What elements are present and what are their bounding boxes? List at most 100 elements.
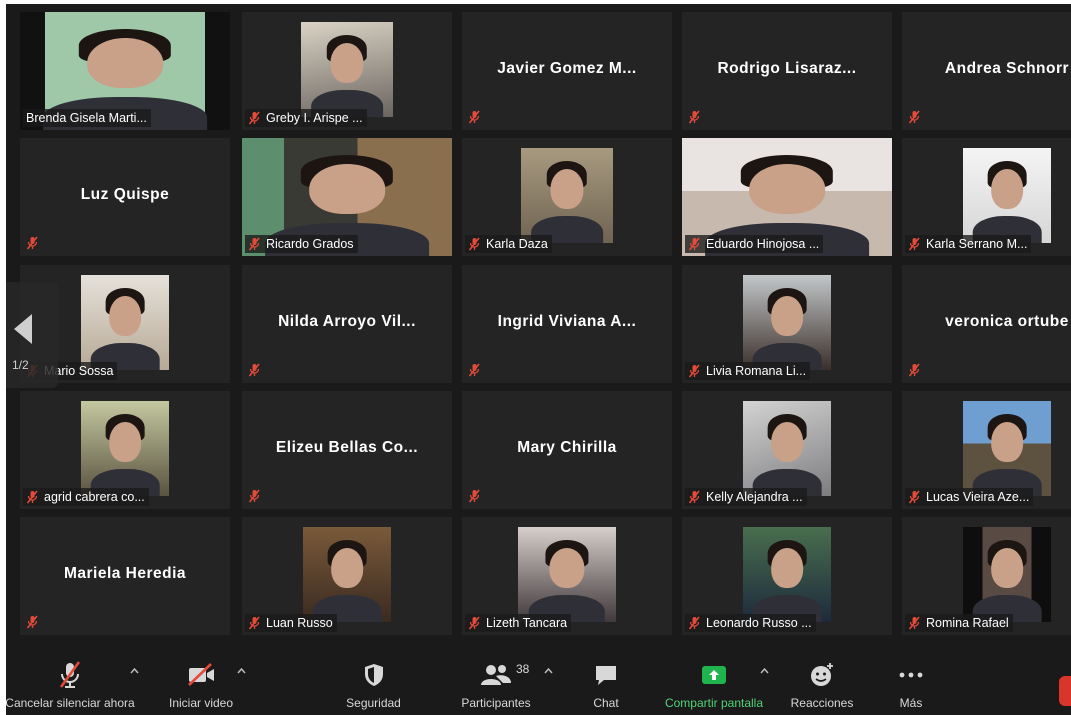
meeting-window: Brenda Gisela Marti... Greby I. Arispe ..… — [6, 4, 1071, 715]
participant-nameplate: Eduardo Hinojosa ... — [685, 235, 824, 253]
microphone-muted-icon — [55, 660, 85, 690]
participant-name: Livia Romana Li... — [706, 364, 807, 378]
participant-tile[interactable]: Andrea Schnorr — [902, 12, 1071, 130]
microphone-muted-icon — [468, 489, 481, 503]
microphone-muted-icon — [26, 236, 39, 250]
share-screen-button[interactable]: Compartir pantalla — [654, 644, 774, 715]
people-icon — [481, 665, 511, 685]
participant-nameplate: Lucas Vieira Aze... — [905, 488, 1034, 506]
participant-tile[interactable]: Lizeth Tancara — [462, 517, 672, 635]
microphone-muted-icon — [908, 490, 921, 504]
participant-tile[interactable]: Brenda Gisela Marti... — [20, 12, 230, 130]
unmute-button[interactable]: Cancelar silenciar ahora — [6, 644, 140, 715]
participant-video — [81, 275, 169, 370]
video-options-chevron-up-icon[interactable] — [237, 668, 246, 674]
microphone-muted-icon — [908, 363, 921, 377]
participant-name: Elizeu Bellas Co... — [275, 439, 419, 456]
participant-name: Luan Russo — [266, 616, 333, 630]
share-options-chevron-up-icon[interactable] — [760, 668, 769, 674]
participant-tile[interactable]: Ricardo Grados — [242, 138, 452, 256]
reactions-button[interactable]: Reacciones — [782, 644, 862, 715]
security-button[interactable]: Seguridad — [331, 644, 416, 715]
microphone-muted-icon — [468, 363, 481, 377]
participant-tile[interactable]: Mary Chirilla — [462, 391, 672, 509]
previous-page-button[interactable]: 1/2 — [6, 282, 58, 388]
microphone-muted-icon — [26, 490, 39, 504]
microphone-muted-icon — [908, 616, 921, 630]
participant-nameplate: Lizeth Tancara — [465, 614, 572, 632]
participant-tile[interactable]: Ingrid Viviana A... — [462, 265, 672, 383]
participant-name: Nilda Arroyo Vil... — [278, 313, 416, 330]
participant-name: agrid cabrera co... — [44, 490, 145, 504]
participant-video — [743, 401, 831, 496]
participant-video — [963, 527, 1051, 622]
chevron-left-icon — [14, 314, 32, 344]
participant-tile[interactable]: agrid cabrera co... — [20, 391, 230, 509]
participants-button[interactable]: 38 Participantes — [446, 644, 546, 715]
participant-video — [301, 22, 393, 117]
participant-tile[interactable]: veronica ortube — [902, 265, 1071, 383]
microphone-muted-icon — [248, 237, 261, 251]
participant-tile[interactable]: Nilda Arroyo Vil... — [242, 265, 452, 383]
participant-tile[interactable]: Karla Serrano M... — [902, 138, 1071, 256]
more-dots-icon — [898, 660, 924, 690]
participant-nameplate: Livia Romana Li... — [685, 362, 811, 380]
emoji-add-icon — [808, 660, 836, 690]
participant-nameplate: Kelly Alejandra ... — [685, 488, 807, 506]
microphone-muted-icon — [468, 237, 481, 251]
meeting-toolbar: Cancelar silenciar ahora Iniciar video S… — [6, 644, 1071, 715]
participant-name: Karla Serrano M... — [926, 237, 1028, 251]
participant-video — [963, 148, 1051, 243]
participant-nameplate: Karla Serrano M... — [905, 235, 1032, 253]
participant-tile[interactable]: Lucas Vieira Aze... — [902, 391, 1071, 509]
participant-name: Ingrid Viviana A... — [497, 313, 637, 330]
participants-options-chevron-up-icon[interactable] — [544, 668, 553, 674]
participant-count: 38 — [516, 662, 530, 676]
page-indicator: 1/2 — [12, 358, 29, 372]
participant-nameplate: agrid cabrera co... — [23, 488, 149, 506]
more-label: Más — [899, 696, 923, 710]
audio-options-chevron-up-icon[interactable] — [130, 668, 139, 674]
participant-tile[interactable]: Romina Rafael — [902, 517, 1071, 635]
participant-tile[interactable]: Luz Quispe — [20, 138, 230, 256]
microphone-muted-icon — [908, 237, 921, 251]
participant-tile[interactable]: Elizeu Bellas Co... — [242, 391, 452, 509]
gallery-grid: Brenda Gisela Marti... Greby I. Arispe ..… — [6, 4, 1071, 644]
participant-video — [303, 527, 391, 622]
end-meeting-button[interactable] — [1059, 676, 1071, 706]
participant-tile[interactable]: Javier Gomez M... — [462, 12, 672, 130]
security-label: Seguridad — [346, 696, 401, 710]
start-video-button[interactable]: Iniciar video — [156, 644, 246, 715]
unmute-label: Cancelar silenciar ahora — [6, 696, 135, 710]
participant-tile[interactable]: Mariela Heredia — [20, 517, 230, 635]
microphone-muted-icon — [688, 237, 701, 251]
participant-nameplate: Luan Russo — [245, 614, 337, 632]
participant-name: Eduardo Hinojosa ... — [706, 237, 820, 251]
participant-tile[interactable]: Leonardo Russo ... — [682, 517, 892, 635]
participant-tile[interactable]: Livia Romana Li... — [682, 265, 892, 383]
participant-tile[interactable]: Greby I. Arispe ... — [242, 12, 452, 130]
participant-name: Javier Gomez M... — [497, 60, 637, 77]
chat-bubble-icon — [593, 660, 619, 690]
microphone-muted-icon — [468, 110, 481, 124]
chat-button[interactable]: Chat — [581, 644, 631, 715]
share-screen-label: Compartir pantalla — [664, 696, 764, 710]
participant-nameplate: Leonardo Russo ... — [685, 614, 816, 632]
participant-nameplate: Romina Rafael — [905, 614, 1013, 632]
shield-icon — [362, 660, 386, 690]
start-video-label: Iniciar video — [168, 696, 234, 710]
participant-tile[interactable]: Kelly Alejandra ... — [682, 391, 892, 509]
more-button[interactable]: Más — [886, 644, 936, 715]
participant-name: Mariela Heredia — [63, 565, 187, 582]
participant-tile[interactable]: Eduardo Hinojosa ... — [682, 138, 892, 256]
video-camera-off-icon — [185, 660, 217, 690]
participant-nameplate: Greby I. Arispe ... — [245, 109, 367, 127]
microphone-muted-icon — [908, 110, 921, 124]
participant-name: Greby I. Arispe ... — [266, 111, 363, 125]
participant-name: Lucas Vieira Aze... — [926, 490, 1030, 504]
participant-name: Ricardo Grados — [266, 237, 354, 251]
participant-tile[interactable]: Karla Daza — [462, 138, 672, 256]
microphone-muted-icon — [248, 616, 261, 630]
participant-tile[interactable]: Rodrigo Lisaraz... — [682, 12, 892, 130]
participant-tile[interactable]: Luan Russo — [242, 517, 452, 635]
